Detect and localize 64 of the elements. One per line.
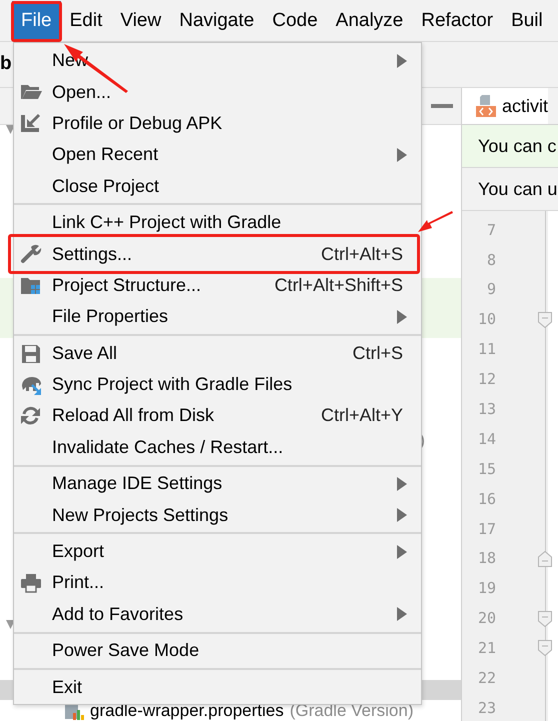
shortcut-text: Ctrl+S (352, 342, 403, 365)
line-number: 9 (486, 279, 496, 300)
expand-arrow-icon (6, 125, 15, 135)
menu-item[interactable]: Manage IDE Settings (14, 468, 421, 500)
menu-item[interactable]: Print... (14, 567, 421, 599)
menu-item[interactable]: Settings... Ctrl+Alt+S (14, 238, 421, 270)
menu-item[interactable]: Profile or Debug APK (14, 108, 421, 140)
annotation-arrow (418, 211, 453, 232)
menu-item[interactable]: Project Structure... Ctrl+Alt+Shift+S (14, 270, 421, 302)
highlight-frame (11, 0, 62, 42)
line-number: 22 (476, 668, 496, 690)
notification-text: You can c (462, 125, 558, 168)
line-number: 21 (476, 638, 496, 660)
menu-item[interactable]: Save All Ctrl+S (14, 338, 421, 369)
notification-text: You can u (462, 168, 558, 211)
line-number: 10 (476, 309, 496, 330)
menu-item[interactable]: Buil (502, 0, 552, 40)
file-note: (Gradle Version) (290, 700, 414, 721)
line-number: 15 (476, 458, 496, 480)
editor-tab[interactable]: activit (462, 88, 548, 124)
toolbar-label: b (0, 52, 12, 76)
line-number: 13 (476, 399, 496, 420)
line-number: 16 (476, 488, 496, 510)
menu-item[interactable]: Reload All from Disk Ctrl+Alt+Y (14, 400, 421, 432)
menu-item[interactable]: Sync Project with Gradle Files (14, 368, 421, 400)
menu-item[interactable]: Add to Favorites (14, 598, 421, 630)
shortcut-text: Ctrl+Alt+Y (320, 404, 403, 428)
printer-icon (20, 572, 42, 594)
menu-item[interactable]: Edit (60, 0, 112, 40)
line-number: 19 (476, 578, 496, 600)
line-number: 17 (476, 518, 496, 540)
menu-item[interactable]: Export (14, 536, 421, 568)
menu-item[interactable]: Link C++ Project with Gradle (14, 206, 421, 238)
shortcut-text: Ctrl+Alt+S (320, 242, 403, 266)
line-number: 20 (476, 608, 496, 630)
menu-item[interactable]: Power Save Mode (14, 635, 421, 666)
menu-item[interactable]: Navigate (170, 0, 264, 40)
shortcut-text: Ctrl+Alt+Shift+S (274, 274, 403, 297)
line-number: 7 (486, 220, 496, 241)
menu-item[interactable]: Close Project (14, 170, 421, 202)
line-number: 12 (476, 369, 496, 390)
menu-item[interactable]: Code (263, 0, 327, 40)
menu-item[interactable]: Open... (14, 76, 421, 108)
line-number: 14 (476, 428, 496, 450)
menu-item[interactable]: File Properties (14, 301, 421, 333)
expand-arrow-icon (6, 620, 15, 630)
menu-item[interactable]: Refactor (412, 0, 502, 40)
menu-item[interactable]: Open Recent (14, 139, 421, 171)
line-number: 8 (486, 250, 496, 271)
line-number: 11 (476, 339, 496, 360)
line-number: 23 (476, 698, 496, 719)
xml-file-icon (476, 95, 496, 117)
menu-item[interactable]: File (12, 0, 61, 40)
line-number: 18 (476, 548, 496, 570)
menu-item[interactable]: Exit (14, 671, 421, 703)
menu-item[interactable]: New Projects Settings (14, 499, 421, 531)
arrow-into-corner-icon (20, 112, 42, 135)
menu-item[interactable]: Invalidate Caches / Restart... (14, 432, 421, 464)
minimize-icon (431, 103, 453, 109)
refresh-icon (20, 405, 42, 428)
menu-item[interactable]: Analyze (326, 0, 412, 40)
menu-item[interactable]: View (111, 0, 170, 40)
file-name: gradle-wrapper.properties (90, 700, 284, 721)
wrench-icon (20, 243, 42, 266)
